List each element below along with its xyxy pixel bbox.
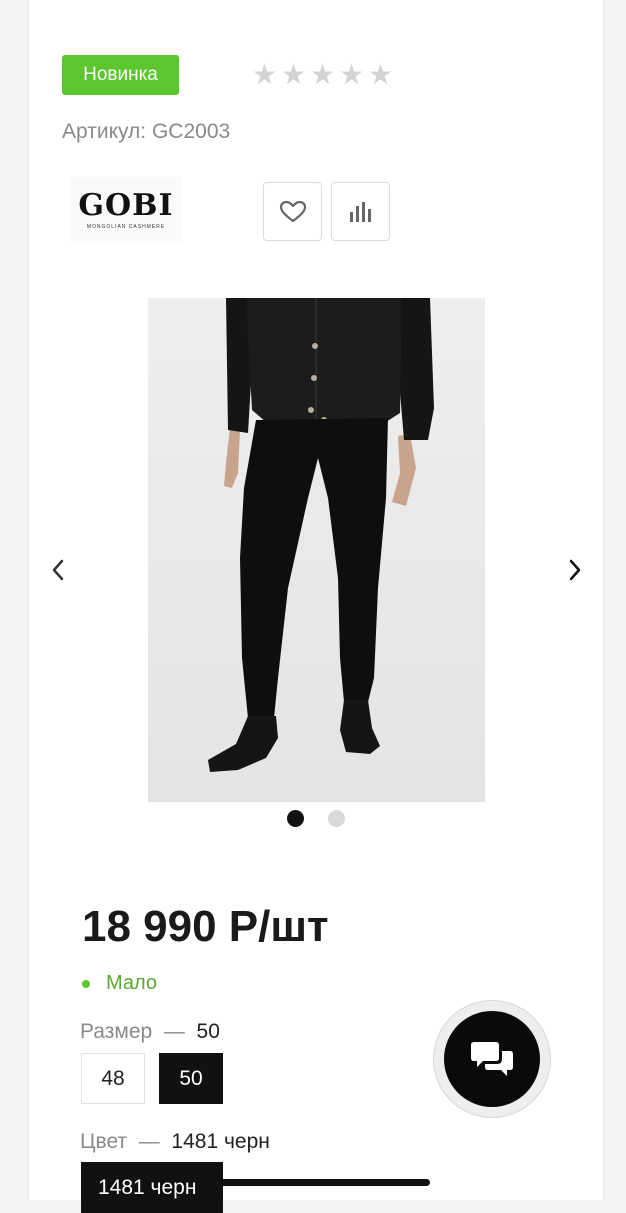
compare-button[interactable] bbox=[331, 182, 390, 241]
next-image-button[interactable] bbox=[563, 556, 587, 584]
product-sku: Артикул: GC2003 bbox=[62, 120, 231, 143]
size-label: Размер — 50 bbox=[80, 1020, 220, 1044]
new-badge: Новинка bbox=[62, 55, 179, 95]
prev-image-button[interactable] bbox=[46, 556, 70, 584]
gallery-dot-active[interactable] bbox=[287, 810, 304, 827]
product-image bbox=[148, 298, 485, 802]
gallery-dot[interactable] bbox=[328, 810, 345, 827]
stock-status: Мало bbox=[82, 972, 157, 995]
brand-logo[interactable]: GOBI MONGOLIAN CASHMERE bbox=[70, 177, 182, 243]
heart-icon bbox=[279, 200, 306, 222]
rating-stars[interactable]: ★ ★ ★ ★ ★ bbox=[252, 58, 393, 92]
color-label-text: Цвет bbox=[80, 1130, 128, 1153]
brand-tagline: MONGOLIAN CASHMERE bbox=[86, 223, 166, 230]
bar-chart-icon bbox=[349, 201, 371, 222]
star-icon[interactable]: ★ bbox=[310, 58, 335, 92]
chevron-left-icon bbox=[52, 559, 64, 581]
color-separator: — bbox=[138, 1130, 160, 1153]
color-selected-value: 1481 черн bbox=[171, 1130, 270, 1153]
size-label-text: Размер bbox=[80, 1020, 153, 1043]
product-price: 18 990 Р/шт bbox=[82, 902, 329, 951]
stock-text: Мало bbox=[106, 972, 158, 994]
home-indicator bbox=[205, 1179, 430, 1186]
favorite-button[interactable] bbox=[263, 182, 322, 241]
product-photo[interactable] bbox=[148, 298, 485, 802]
star-icon[interactable]: ★ bbox=[368, 58, 393, 92]
size-option-48[interactable]: 48 bbox=[81, 1053, 145, 1104]
size-separator: — bbox=[163, 1020, 185, 1043]
color-option-1481[interactable]: 1481 черн bbox=[81, 1162, 223, 1213]
brand-name: GOBI bbox=[78, 187, 174, 223]
color-label: Цвет — 1481 черн bbox=[80, 1130, 270, 1154]
chat-bubbles-icon bbox=[471, 1042, 513, 1076]
stock-indicator-dot bbox=[82, 979, 90, 988]
star-icon[interactable]: ★ bbox=[339, 58, 364, 92]
size-selected-value: 50 bbox=[196, 1020, 220, 1043]
star-icon[interactable]: ★ bbox=[252, 58, 277, 92]
chat-widget[interactable] bbox=[433, 1000, 551, 1118]
size-option-50[interactable]: 50 bbox=[159, 1053, 223, 1104]
chat-button[interactable] bbox=[444, 1011, 540, 1107]
chevron-right-icon bbox=[569, 559, 581, 581]
star-icon[interactable]: ★ bbox=[281, 58, 306, 92]
